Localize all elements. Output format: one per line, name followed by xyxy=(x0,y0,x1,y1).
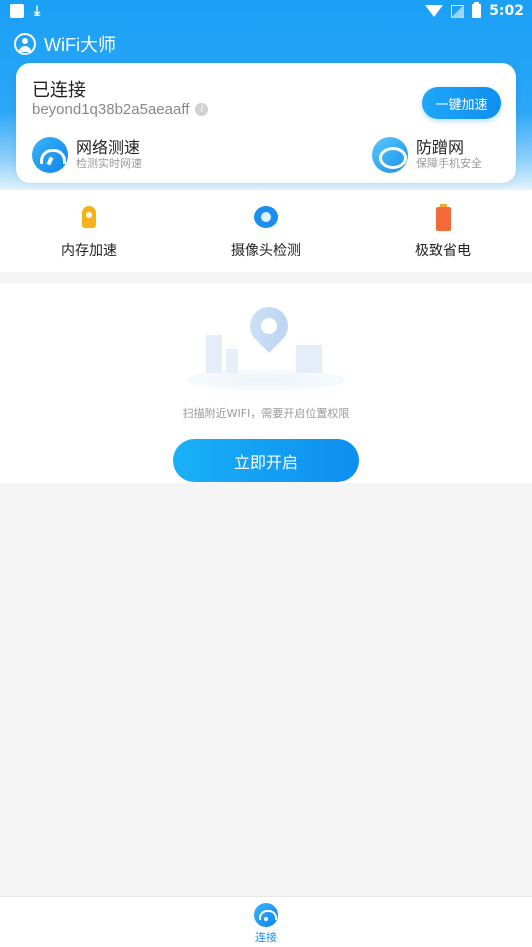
tool-power-save[interactable]: 极致省电 xyxy=(383,204,503,260)
tool-memory-boost[interactable]: 内存加速 xyxy=(29,204,149,260)
user-icon[interactable] xyxy=(14,33,36,55)
network-ssid: beyond1q38b2a5aeaaff xyxy=(32,101,190,118)
tool-label: 摄像头检测 xyxy=(231,243,301,259)
shield-icon xyxy=(372,137,408,173)
title-bar: WiFi大师 xyxy=(14,31,116,57)
rocket-icon xyxy=(74,204,104,234)
anti-freeload-entry[interactable]: 防蹭网 保障手机安全 xyxy=(372,137,482,173)
clock: 5:02 xyxy=(489,3,524,19)
feature-name: 网络测速 xyxy=(76,138,141,157)
scan-section: 扫描附近WIFI，需要开启位置权限 立即开启 xyxy=(0,283,532,483)
wifi-icon xyxy=(254,903,278,927)
connection-status: 已连接 xyxy=(32,80,86,101)
one-click-boost-button[interactable]: 一键加速 xyxy=(422,87,501,119)
tool-camera-detect[interactable]: 摄像头检测 xyxy=(206,204,326,260)
battery-status-icon xyxy=(472,2,482,18)
speedometer-icon xyxy=(32,137,68,173)
notification-icon xyxy=(10,4,24,18)
location-illustration xyxy=(186,299,346,393)
tool-label: 内存加速 xyxy=(61,243,117,259)
cell-signal-icon xyxy=(451,4,465,18)
location-pin-icon xyxy=(242,299,296,353)
wifi-signal-icon xyxy=(425,5,444,17)
app-title: WiFi大师 xyxy=(44,35,116,55)
download-icon: ⤓ xyxy=(34,3,41,19)
enable-location-button[interactable]: 立即开启 xyxy=(173,439,359,482)
tools-row: 内存加速 摄像头检测 极致省电 xyxy=(0,190,532,272)
connection-card: 已连接 beyond1q38b2a5aeaaff i 一键加速 网络测速 检测实… xyxy=(16,63,516,183)
speed-test-entry[interactable]: 网络测速 检测实时网速 xyxy=(32,137,142,173)
feature-name: 防蹭网 xyxy=(416,138,465,157)
feature-subtitle: 检测实时网速 xyxy=(76,157,142,170)
nav-label: 连接 xyxy=(255,931,277,944)
nav-item-connect[interactable]: 连接 xyxy=(241,903,291,945)
bottom-nav: 连接 xyxy=(0,896,532,947)
info-icon[interactable]: i xyxy=(195,103,209,116)
status-bar: ⤓ 5:02 xyxy=(0,0,532,24)
camera-icon xyxy=(251,204,281,234)
tool-label: 极致省电 xyxy=(415,243,471,259)
battery-icon xyxy=(428,204,458,234)
scan-permission-tip: 扫描附近WIFI，需要开启位置权限 xyxy=(182,407,350,420)
feature-subtitle: 保障手机安全 xyxy=(416,157,482,170)
